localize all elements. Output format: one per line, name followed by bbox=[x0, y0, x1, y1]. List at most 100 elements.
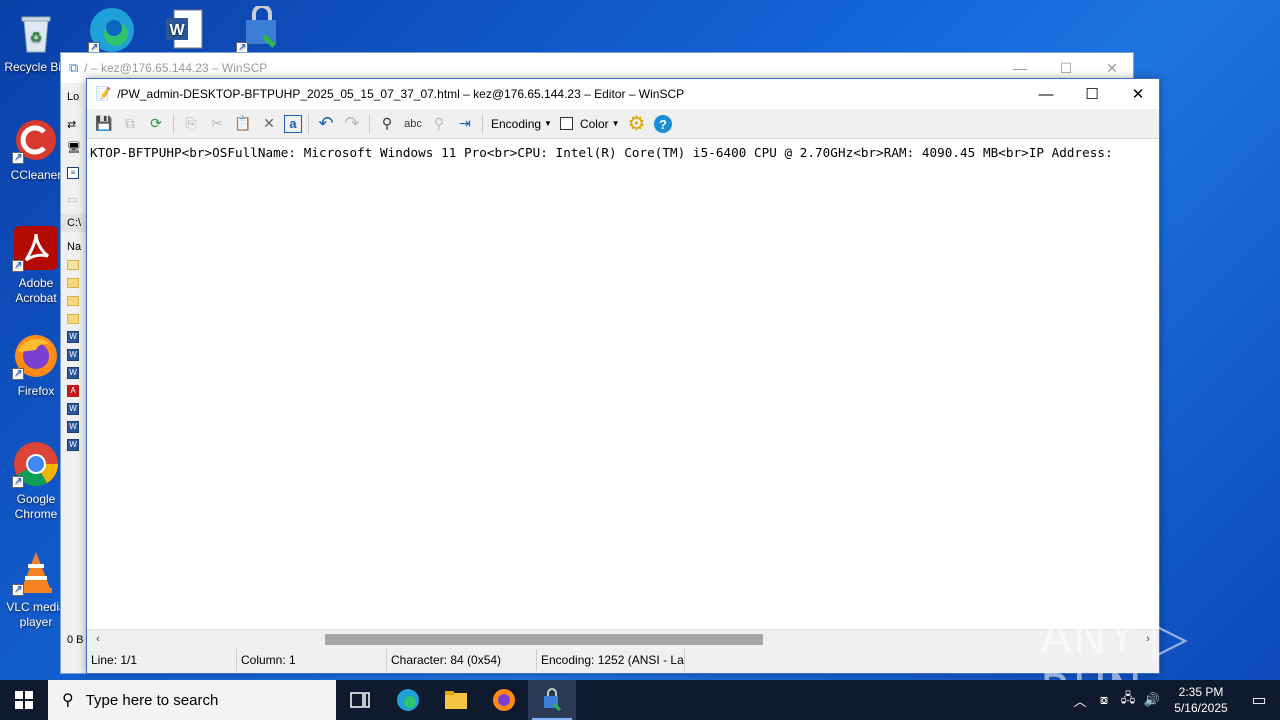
editor-app-icon: 📝 bbox=[95, 86, 112, 101]
file-row[interactable]: W bbox=[61, 418, 86, 436]
scrollbar-thumb[interactable] bbox=[325, 634, 763, 645]
svg-text:W: W bbox=[169, 22, 185, 39]
scroll-left-icon[interactable]: ‹ bbox=[89, 630, 107, 648]
desktop-icon-edge[interactable] bbox=[76, 6, 148, 58]
winscp-icon bbox=[544, 688, 562, 712]
volume-icon[interactable]: 🔊 bbox=[1140, 692, 1164, 708]
folder-row[interactable] bbox=[61, 310, 86, 328]
reload-icon[interactable]: ⟳ bbox=[145, 113, 167, 135]
windows-logo-icon bbox=[15, 691, 33, 709]
taskbar-file-explorer[interactable] bbox=[432, 680, 480, 720]
taskbar-clock[interactable]: 2:35 PM 5/16/2025 bbox=[1164, 684, 1238, 716]
computer-icon[interactable]: 🖥 bbox=[61, 138, 86, 156]
task-view-icon bbox=[350, 692, 370, 708]
select-all-icon[interactable]: a bbox=[284, 114, 302, 133]
folder-row[interactable] bbox=[61, 274, 86, 292]
file-row[interactable]: W bbox=[61, 328, 86, 346]
ccleaner-icon bbox=[12, 116, 60, 165]
goto-line-icon[interactable]: ⇥ bbox=[454, 113, 476, 135]
status-line: Line: 1/1 bbox=[87, 649, 237, 671]
folder-row[interactable] bbox=[61, 292, 86, 310]
encoding-label: Encoding bbox=[491, 116, 542, 131]
editor-close-button[interactable]: ✕ bbox=[1115, 79, 1161, 109]
edge-icon bbox=[88, 6, 136, 55]
replace-icon[interactable]: abc bbox=[402, 113, 424, 135]
color-dropdown[interactable]: Color ▼ bbox=[556, 117, 624, 131]
toolbar-icon[interactable]: ⇄ bbox=[61, 115, 86, 133]
redo-icon[interactable]: ↷ bbox=[341, 113, 363, 135]
name-column-header[interactable]: Na bbox=[61, 238, 86, 256]
svg-text:?: ? bbox=[659, 117, 667, 132]
taskbar-winscp[interactable] bbox=[528, 680, 576, 720]
horizontal-scrollbar[interactable]: ‹ › bbox=[87, 629, 1159, 647]
start-button[interactable] bbox=[0, 680, 48, 720]
folder-icon bbox=[445, 691, 467, 709]
color-label: Color bbox=[579, 116, 609, 131]
toolbar-separator bbox=[308, 113, 309, 134]
local-status: 0 B bbox=[67, 634, 84, 646]
status-column: Column: 1 bbox=[237, 649, 387, 671]
search-icon: ⚲ bbox=[62, 692, 74, 709]
chevron-up-icon[interactable]: ︿ bbox=[1068, 691, 1092, 710]
toolbar-separator bbox=[173, 113, 174, 134]
file-row[interactable]: W bbox=[61, 364, 86, 382]
task-view-button[interactable] bbox=[336, 680, 384, 720]
delete-icon[interactable]: ✕ bbox=[258, 113, 280, 135]
help-icon[interactable]: ? bbox=[652, 113, 674, 135]
desktop-icon-winscp[interactable] bbox=[224, 4, 296, 58]
word-document-icon: W bbox=[160, 6, 208, 54]
winscp-app-icon: ⧉ bbox=[69, 60, 79, 75]
local-path[interactable]: C:\ bbox=[61, 214, 86, 232]
firefox-icon bbox=[493, 689, 515, 711]
paste-icon[interactable]: 📋 bbox=[232, 113, 254, 135]
save-icon[interactable]: 💾 bbox=[93, 113, 115, 135]
winscp-local-panel: Lo ⇄ 🖥 ≡ ▭ C:\ Na W W W A W W W 0 B bbox=[61, 83, 87, 673]
file-row[interactable]: A bbox=[61, 382, 86, 400]
file-row[interactable]: W bbox=[61, 400, 86, 418]
notification-icon[interactable]: ▭ bbox=[1238, 690, 1280, 710]
chevron-down-icon: ▼ bbox=[611, 119, 620, 128]
taskbar-firefox[interactable] bbox=[480, 680, 528, 720]
local-menu[interactable]: Lo bbox=[61, 88, 86, 106]
preferences-gear-icon[interactable]: ⚙ bbox=[626, 113, 648, 135]
file-row[interactable]: W bbox=[61, 436, 86, 454]
desktop-icon-word[interactable]: W bbox=[148, 6, 220, 58]
editor-window[interactable]: 📝 /PW_admin-DESKTOP-BFTPUHP_2025_05_15_0… bbox=[86, 78, 1160, 674]
firefox-icon bbox=[12, 332, 60, 381]
new-document-icon[interactable]: ≡ bbox=[61, 164, 86, 182]
taskbar: ⚲ Type here to search ︿ ⧇ 🖧 🔊 2:35 PM 5/… bbox=[0, 680, 1280, 720]
acrobat-icon bbox=[12, 224, 60, 273]
save-all-icon[interactable]: ⧉ bbox=[119, 113, 141, 135]
chrome-icon bbox=[12, 440, 60, 489]
taskbar-search-box[interactable]: ⚲ Type here to search bbox=[48, 680, 336, 720]
editor-titlebar[interactable]: 📝 /PW_admin-DESKTOP-BFTPUHP_2025_05_15_0… bbox=[87, 79, 1159, 109]
recycle-bin-icon: ♻ bbox=[12, 8, 60, 56]
editor-maximize-button[interactable]: ☐ bbox=[1069, 79, 1115, 109]
disabled-icon: ▭ bbox=[67, 193, 78, 206]
chevron-down-icon: ▼ bbox=[544, 119, 552, 128]
color-swatch bbox=[559, 117, 573, 130]
clock-date: 5/16/2025 bbox=[1174, 701, 1228, 715]
find-next-icon[interactable]: ⚲ bbox=[428, 113, 450, 135]
editor-title: /PW_admin-DESKTOP-BFTPUHP_2025_05_15_07_… bbox=[117, 87, 685, 101]
vlc-icon bbox=[12, 548, 60, 597]
toolbar-separator bbox=[369, 113, 370, 134]
taskbar-edge[interactable] bbox=[384, 680, 432, 720]
file-row[interactable]: W bbox=[61, 346, 86, 364]
status-encoding: Encoding: 1252 (ANSI - La bbox=[537, 649, 685, 671]
device-icon[interactable]: ⧇ bbox=[1092, 692, 1116, 708]
status-character: Character: 84 (0x54) bbox=[387, 649, 537, 671]
toolbar-separator bbox=[482, 113, 483, 134]
copy-icon[interactable]: ⎘ bbox=[180, 113, 202, 135]
editor-minimize-button[interactable]: — bbox=[1023, 79, 1069, 109]
editor-text-area[interactable]: KTOP-BFTPUHP<br>OSFullName: Microsoft Wi… bbox=[87, 140, 1159, 629]
parent-dir-row[interactable] bbox=[61, 256, 86, 274]
network-icon[interactable]: 🖧 bbox=[1116, 689, 1140, 711]
cut-icon[interactable]: ✂ bbox=[206, 113, 228, 135]
editor-content-line[interactable]: KTOP-BFTPUHP<br>OSFullName: Microsoft Wi… bbox=[87, 140, 1159, 160]
find-icon[interactable]: ⚲ bbox=[376, 113, 398, 135]
undo-icon[interactable]: ↶ bbox=[315, 113, 337, 135]
clock-time: 2:35 PM bbox=[1178, 685, 1224, 699]
encoding-dropdown[interactable]: Encoding ▼ bbox=[487, 117, 556, 131]
editor-status-bar: Line: 1/1 Column: 1 Character: 84 (0x54)… bbox=[87, 647, 1159, 673]
